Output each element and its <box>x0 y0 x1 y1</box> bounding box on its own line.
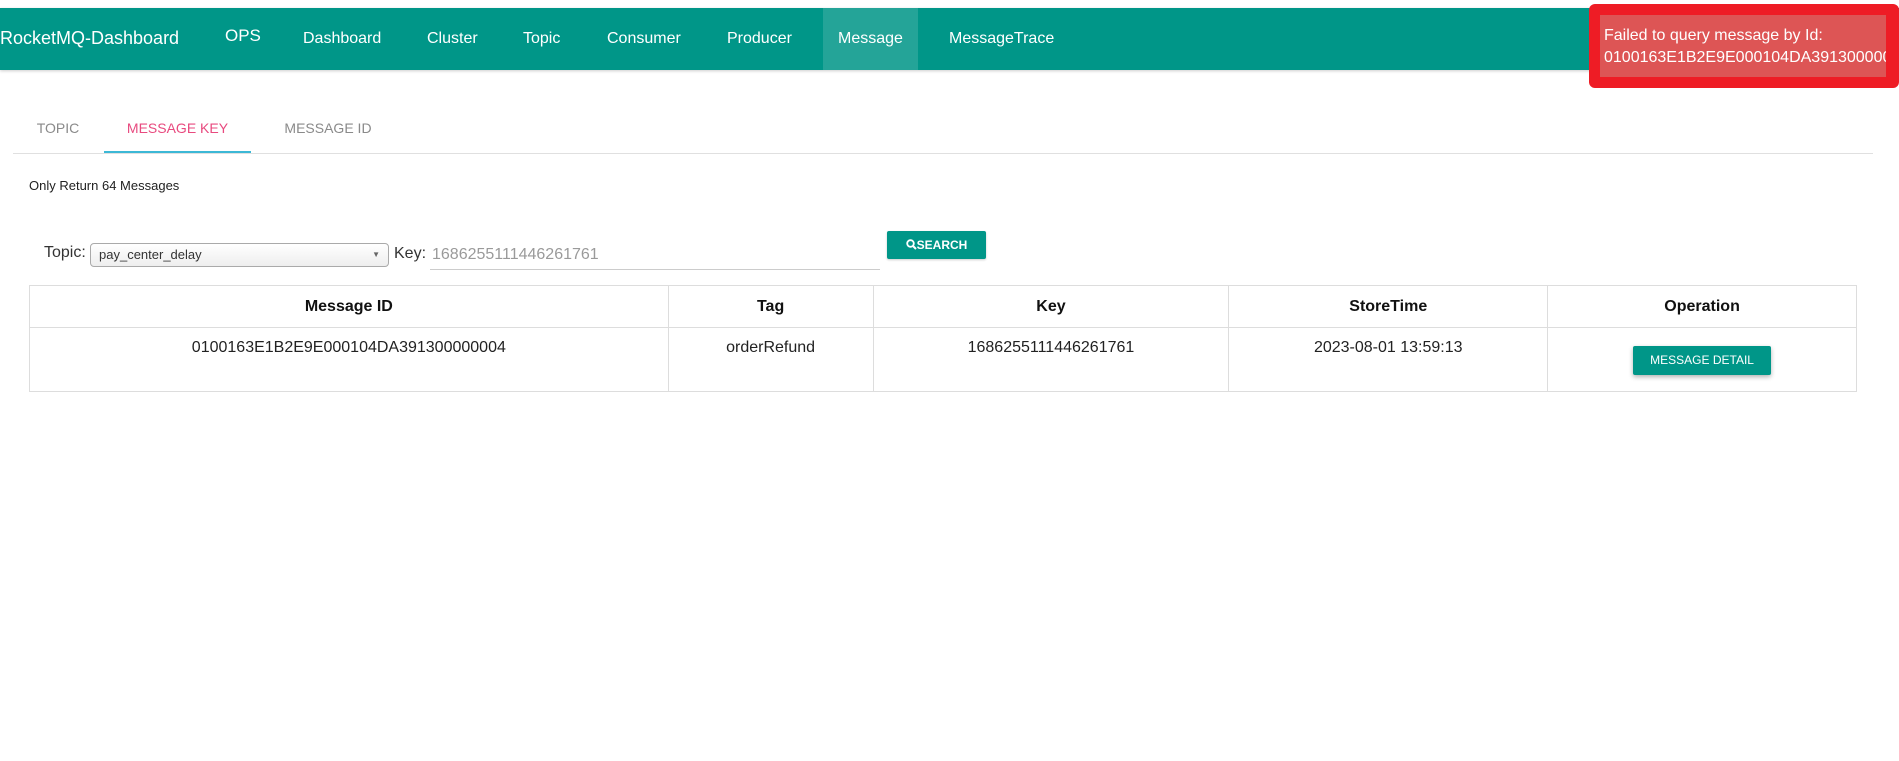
table-row: 0100163E1B2E9E000104DA391300000004 order… <box>29 327 1857 392</box>
cell-storetime: 2023-08-01 13:59:13 <box>1228 327 1549 392</box>
nav-item-topic[interactable]: Topic <box>508 8 575 70</box>
nav-item-ops[interactable]: OPS <box>210 8 276 70</box>
key-label: Key: <box>394 245 427 262</box>
nav-item-consumer[interactable]: Consumer <box>592 8 696 70</box>
tab-message-id[interactable]: MESSAGE ID <box>263 108 393 153</box>
nav-item-message[interactable]: Message <box>823 8 918 70</box>
topic-select[interactable]: pay_center_delay ▼ <box>90 243 389 267</box>
cell-key: 1686255111446261761 <box>872 327 1230 392</box>
topic-label: Topic: <box>44 244 86 261</box>
topic-select-value: pay_center_delay <box>99 247 202 262</box>
search-icon <box>905 231 917 259</box>
search-button-label: SEARCH <box>916 238 968 252</box>
tab-message-key[interactable]: MESSAGE KEY <box>104 108 251 153</box>
cell-tag: orderRefund <box>667 327 874 392</box>
error-toast-line1: Failed to query message by Id: <box>1604 27 1823 44</box>
query-tabs: TOPIC MESSAGE KEY MESSAGE ID <box>13 108 1873 154</box>
cell-message-id: 0100163E1B2E9E000104DA391300000004 <box>29 327 669 392</box>
header-storetime: StoreTime <box>1228 285 1549 328</box>
nav-item-producer[interactable]: Producer <box>712 8 807 70</box>
header-operation: Operation <box>1547 285 1857 328</box>
brand-title[interactable]: RocketMQ-Dashboard <box>0 8 179 70</box>
search-button[interactable]: SEARCH <box>887 231 986 259</box>
header-key: Key <box>872 285 1230 328</box>
cell-operation: MESSAGE DETAIL <box>1547 327 1857 392</box>
error-toast-line2: 0100163E1B2E9E000104DA3913000000 <box>1604 49 1886 66</box>
messages-table: Message ID Tag Key StoreTime Operation 0… <box>29 285 1857 392</box>
nav-item-dashboard[interactable]: Dashboard <box>288 8 396 70</box>
nav-item-messagetrace[interactable]: MessageTrace <box>934 8 1069 70</box>
message-detail-button[interactable]: MESSAGE DETAIL <box>1633 346 1772 375</box>
error-toast[interactable]: Failed to query message by Id: 0100163E1… <box>1600 15 1886 77</box>
nav-item-cluster[interactable]: Cluster <box>412 8 493 70</box>
header-message-id: Message ID <box>29 285 669 328</box>
key-input[interactable] <box>430 240 880 270</box>
header-tag: Tag <box>667 285 874 328</box>
table-header-row: Message ID Tag Key StoreTime Operation <box>29 285 1857 328</box>
chevron-down-icon: ▼ <box>372 250 380 259</box>
result-limit-notice: Only Return 64 Messages <box>29 178 180 193</box>
tab-topic[interactable]: TOPIC <box>13 108 103 153</box>
